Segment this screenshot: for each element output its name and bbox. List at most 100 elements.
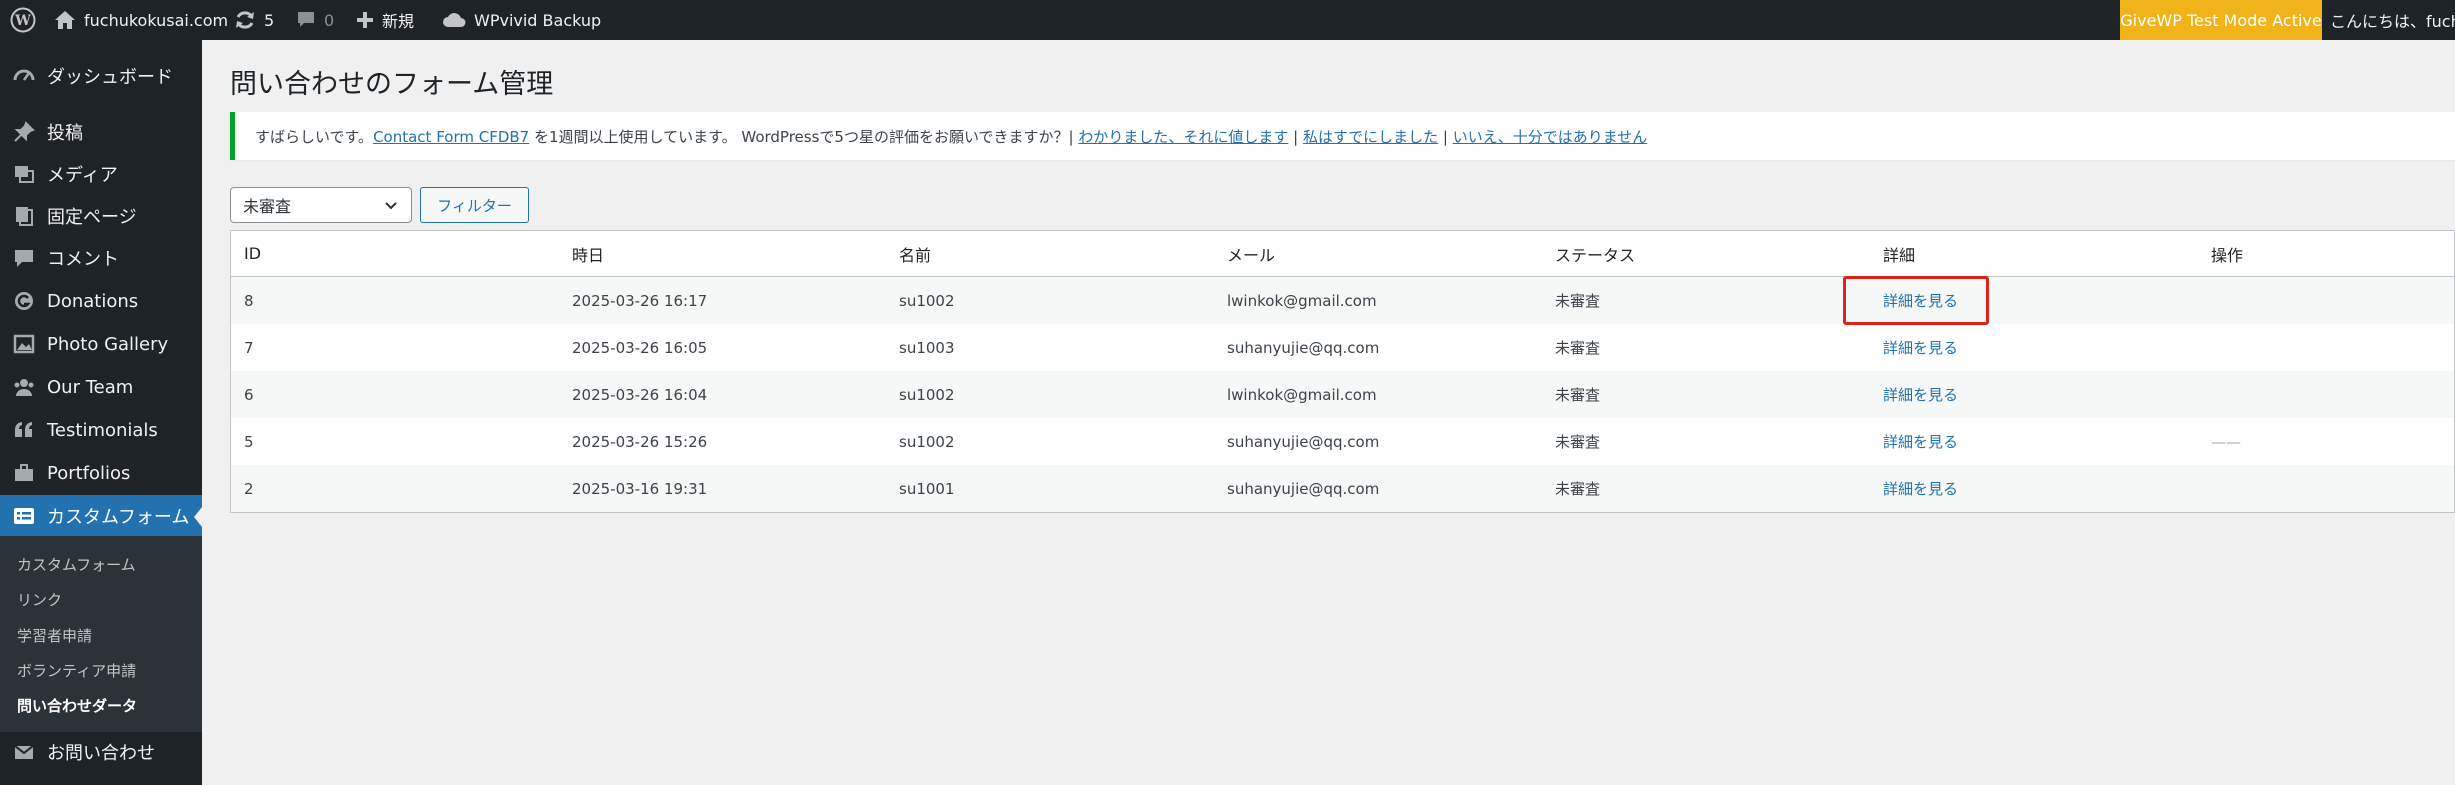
sidebar-item-our-team[interactable]: Our Team — [0, 367, 202, 407]
sidebar-item-label: 投稿 — [47, 123, 83, 144]
sidebar-item-contact[interactable]: お問い合わせ — [0, 732, 202, 772]
already-rated-link[interactable]: 私はすでにしました — [1303, 128, 1438, 146]
submenu-item-inquiry-data[interactable]: 問い合わせダータ — [17, 695, 137, 716]
site-name: fuchukokusai.com — [84, 10, 229, 30]
cell-id: 8 — [244, 291, 254, 310]
notice-text-middle: を1週間以上使用しています。 WordPressで5つ星の評価をお願いできますか… — [529, 127, 1079, 146]
cell-datetime: 2025-03-26 16:04 — [572, 385, 708, 404]
submenu-item-custom-form[interactable]: カスタムフォーム — [17, 554, 136, 575]
column-header-email[interactable]: メール — [1227, 231, 1275, 276]
chevron-down-icon — [385, 202, 397, 210]
view-detail-link[interactable]: 詳細を見る — [1883, 337, 1958, 358]
admin-bar: W fuchukokusai.com 5 0 新規 WPvivid Backup… — [0, 0, 2455, 40]
rate-ok-link[interactable]: わかりました、それに値します — [1078, 128, 1288, 146]
cell-name: su1003 — [899, 338, 955, 357]
updates-count: 5 — [264, 10, 275, 30]
wordpress-logo-icon[interactable]: W — [10, 0, 36, 40]
user-greeting[interactable]: こんにちは、fuch — [2330, 0, 2455, 40]
submenu-item-learner-application[interactable]: 学習者申請 — [17, 625, 92, 646]
submissions-table: ID 時日 名前 メール ステータス 詳細 操作 8 2025-03-26 16… — [230, 230, 2455, 513]
cell-status: 未審査 — [1555, 339, 1601, 357]
column-header-datetime[interactable]: 時日 — [572, 231, 604, 276]
cloud-icon — [443, 13, 466, 27]
table-header-row: ID 時日 名前 メール ステータス 詳細 操作 — [231, 231, 2454, 277]
rating-notice: すばらしいです。Contact Form CFDB7 を1週間以上使用しています… — [230, 112, 2455, 160]
site-name-link[interactable]: fuchukokusai.com — [54, 0, 228, 40]
cell-email: suhanyujie@qq.com — [1227, 479, 1380, 498]
status-filter-select[interactable]: 未審査 — [230, 187, 412, 223]
table-row: 2 2025-03-16 19:31 su1001 suhanyujie@qq.… — [231, 465, 2454, 512]
mail-icon — [12, 740, 36, 764]
submenu-item-volunteer-application[interactable]: ボランティア申請 — [17, 660, 136, 681]
gallery-icon — [12, 332, 36, 356]
cell-datetime: 2025-03-26 16:05 — [572, 338, 708, 357]
cell-id: 6 — [244, 385, 254, 404]
filter-button[interactable]: フィルター — [420, 187, 529, 223]
submenu-item-links[interactable]: リンク — [17, 589, 62, 610]
sidebar-item-label: Donations — [47, 290, 139, 312]
view-detail-link[interactable]: 詳細を見る — [1883, 290, 1958, 311]
sidebar-item-label: Our Team — [47, 376, 134, 398]
column-header-detail[interactable]: 詳細 — [1883, 231, 1915, 276]
cell-email: suhanyujie@qq.com — [1227, 338, 1380, 357]
sidebar-item-custom-form[interactable]: カスタムフォーム — [0, 495, 202, 537]
cell-status: 未審査 — [1555, 433, 1601, 451]
portfolio-icon — [12, 461, 36, 485]
pin-icon — [12, 120, 36, 144]
admin-sidebar: ダッシュボード 投稿 メディア 固定ページ コメント Donations Pho… — [0, 40, 202, 785]
cell-email: lwinkok@gmail.com — [1227, 291, 1377, 310]
sidebar-item-dashboard[interactable]: ダッシュボード — [0, 56, 202, 96]
table-row: 7 2025-03-26 16:05 su1003 suhanyujie@qq.… — [231, 324, 2454, 371]
table-row: 6 2025-03-26 16:04 su1002 lwinkok@gmail.… — [231, 371, 2454, 418]
view-detail-link[interactable]: 詳細を見る — [1883, 431, 1958, 452]
cell-name: su1002 — [899, 291, 955, 310]
home-icon — [55, 11, 75, 29]
plugin-link[interactable]: Contact Form CFDB7 — [373, 128, 529, 146]
svg-text:W: W — [14, 13, 31, 29]
sidebar-item-pages[interactable]: 固定ページ — [0, 196, 202, 236]
sidebar-item-donations[interactable]: Donations — [0, 281, 202, 321]
sidebar-item-posts[interactable]: 投稿 — [0, 112, 202, 152]
cell-email: lwinkok@gmail.com — [1227, 385, 1377, 404]
team-icon — [12, 375, 36, 399]
sidebar-item-label: お問い合わせ — [47, 743, 155, 764]
sidebar-item-label: Testimonials — [47, 419, 158, 441]
current-menu-arrow — [194, 507, 202, 527]
cell-datetime: 2025-03-16 19:31 — [572, 479, 708, 498]
column-header-action[interactable]: 操作 — [2211, 231, 2243, 276]
sidebar-item-testimonials[interactable]: Testimonials — [0, 410, 202, 450]
cell-status: 未審査 — [1555, 292, 1601, 310]
sidebar-item-portfolios[interactable]: Portfolios — [0, 453, 202, 493]
cell-status: 未審査 — [1555, 386, 1601, 404]
cell-id: 2 — [244, 479, 254, 498]
page-title: 問い合わせのフォーム管理 — [230, 69, 554, 100]
pages-icon — [12, 204, 36, 228]
refresh-icon — [236, 11, 254, 29]
updates-link[interactable]: 5 — [234, 0, 274, 40]
column-header-id[interactable]: ID — [244, 231, 261, 276]
givewp-test-mode-badge[interactable]: GiveWP Test Mode Active — [2120, 0, 2322, 40]
column-header-status[interactable]: ステータス — [1555, 231, 1635, 276]
cell-name: su1002 — [899, 385, 955, 404]
column-header-name[interactable]: 名前 — [899, 231, 931, 276]
comments-link[interactable]: 0 — [296, 0, 334, 40]
notice-text-before: すばらしいです。 — [255, 127, 374, 146]
sidebar-item-photo-gallery[interactable]: Photo Gallery — [0, 324, 202, 364]
sidebar-item-label: Portfolios — [47, 462, 131, 484]
view-detail-link[interactable]: 詳細を見る — [1883, 478, 1958, 499]
new-label: 新規 — [382, 12, 415, 31]
give-icon — [12, 289, 36, 313]
custom-form-submenu: カスタムフォーム リンク 学習者申請 ボランティア申請 問い合わせダータ — [0, 536, 202, 732]
view-detail-link[interactable]: 詳細を見る — [1883, 384, 1958, 405]
table-row: 5 2025-03-26 15:26 su1002 suhanyujie@qq.… — [231, 418, 2454, 465]
sidebar-item-label: カスタムフォーム — [47, 507, 190, 528]
not-good-enough-link[interactable]: いいえ、十分ではありません — [1453, 128, 1648, 146]
new-content-link[interactable]: 新規 — [356, 0, 414, 40]
notice-separator: | — [1288, 127, 1303, 146]
wpvivid-backup-link[interactable]: WPvivid Backup — [442, 0, 601, 40]
sidebar-item-media[interactable]: メディア — [0, 154, 202, 194]
cell-email: suhanyujie@qq.com — [1227, 432, 1380, 451]
cell-action: —— — [2211, 432, 2241, 451]
backup-label: WPvivid Backup — [474, 10, 602, 30]
sidebar-item-comments[interactable]: コメント — [0, 238, 202, 278]
